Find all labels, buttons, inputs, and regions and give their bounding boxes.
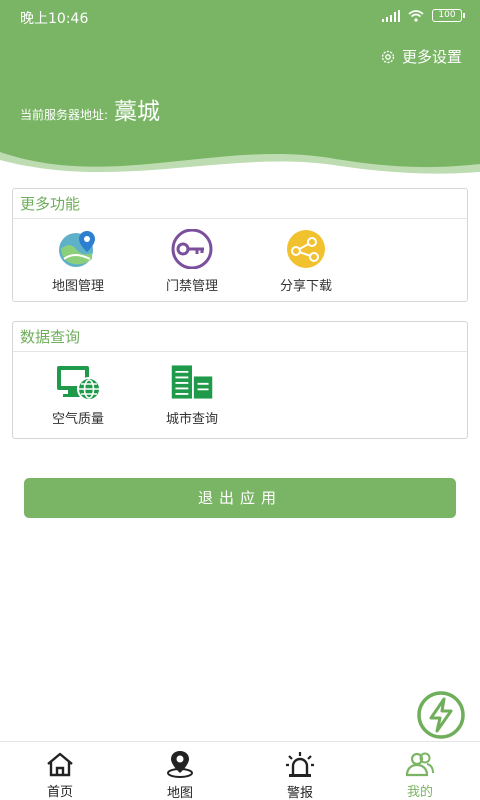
tab-home[interactable]: 首页 — [0, 742, 120, 800]
alarm-icon — [285, 750, 315, 778]
lightning-icon — [417, 691, 465, 739]
share-icon — [283, 229, 329, 269]
status-time: 晚上10:46 — [20, 11, 89, 27]
access-control-label: 门禁管理 — [165, 279, 218, 294]
wifi-icon — [408, 9, 424, 22]
map-management-label: 地图管理 — [51, 279, 104, 294]
users-icon — [405, 750, 435, 777]
map-pin-icon — [55, 229, 101, 269]
monitor-globe-icon — [55, 362, 101, 402]
server-address: 当前服务器地址: 藁城 — [20, 92, 160, 126]
signal-icon — [382, 9, 400, 22]
bottom-tab-bar: 首页 地图 警报 我的 — [0, 741, 480, 800]
status-icons: 100 — [382, 9, 465, 22]
battery-icon: 100 — [432, 9, 465, 22]
logout-button[interactable]: 退出应用 — [24, 478, 456, 518]
tab-mine[interactable]: 我的 — [360, 742, 480, 800]
air-quality-label: 空气质量 — [51, 412, 104, 427]
tab-alarm[interactable]: 警报 — [240, 742, 360, 800]
access-control-item[interactable]: 门禁管理 — [135, 219, 249, 299]
data-query-card: 数据查询 空气质量 城市查询 — [12, 321, 468, 439]
tab-home-label: 首页 — [46, 785, 73, 800]
tab-mine-label: 我的 — [406, 785, 433, 800]
tab-map[interactable]: 地图 — [120, 742, 240, 800]
tab-alarm-label: 警报 — [286, 786, 313, 800]
lightning-float-button[interactable] — [416, 690, 466, 740]
home-icon — [45, 750, 75, 777]
status-bar: 晚上10:46 100 — [0, 0, 480, 34]
server-address-value: 藁城 — [114, 99, 161, 125]
city-query-label: 城市查询 — [165, 412, 218, 427]
key-icon — [169, 229, 215, 269]
server-address-label: 当前服务器地址: — [20, 108, 109, 122]
data-query-title: 数据查询 — [13, 322, 467, 352]
share-download-label: 分享下载 — [279, 279, 332, 294]
header-wave — [0, 152, 480, 190]
buildings-icon — [169, 362, 215, 402]
more-functions-title: 更多功能 — [13, 189, 467, 219]
more-settings-label: 更多设置 — [401, 48, 462, 66]
share-download-item[interactable]: 分享下载 — [249, 219, 363, 299]
more-functions-card: 更多功能 地图管理 门禁管理 分享下载 — [12, 188, 468, 302]
air-quality-item[interactable]: 空气质量 — [21, 352, 135, 432]
tab-map-label: 地图 — [166, 786, 193, 800]
map-management-item[interactable]: 地图管理 — [21, 219, 135, 299]
city-query-item[interactable]: 城市查询 — [135, 352, 249, 432]
location-icon — [165, 750, 195, 778]
more-settings-link[interactable]: 更多设置 — [380, 46, 462, 67]
gear-icon — [381, 50, 395, 63]
